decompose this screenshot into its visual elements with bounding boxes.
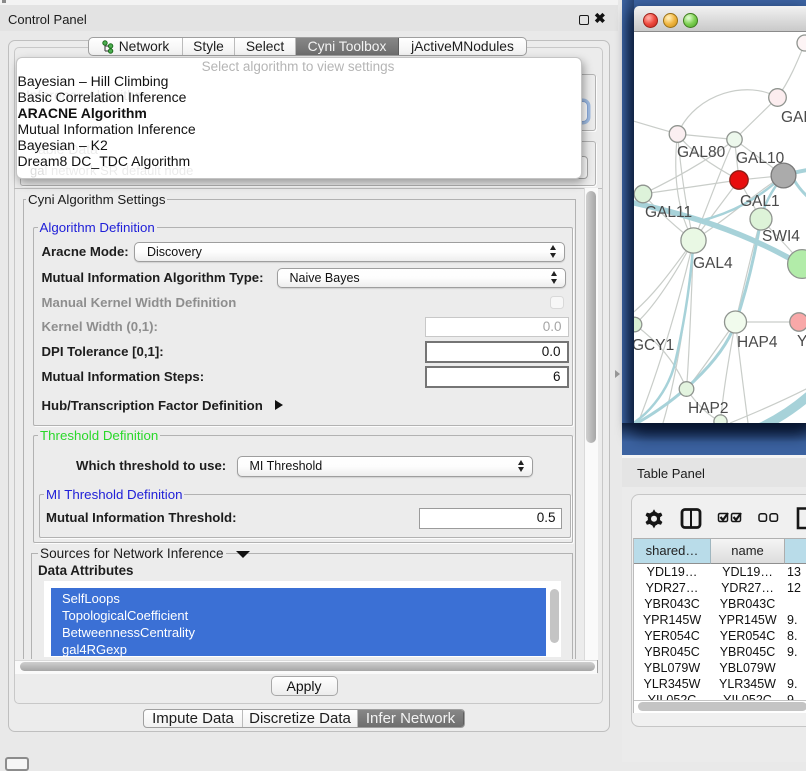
svg-text:GAL10: GAL10 bbox=[736, 150, 785, 167]
svg-text:GAL4: GAL4 bbox=[693, 255, 733, 272]
svg-text:GAL1: GAL1 bbox=[740, 193, 780, 210]
svg-text:Y: Y bbox=[797, 333, 806, 350]
svg-text:SWI4: SWI4 bbox=[762, 228, 800, 245]
svg-text:HAP2: HAP2 bbox=[688, 400, 729, 417]
svg-text:GAL80: GAL80 bbox=[677, 144, 726, 161]
svg-text:GAL7: GAL7 bbox=[781, 109, 806, 126]
svg-text:HAP4: HAP4 bbox=[737, 334, 778, 351]
svg-text:GCY1: GCY1 bbox=[634, 337, 674, 354]
svg-text:GAL11: GAL11 bbox=[645, 204, 692, 221]
